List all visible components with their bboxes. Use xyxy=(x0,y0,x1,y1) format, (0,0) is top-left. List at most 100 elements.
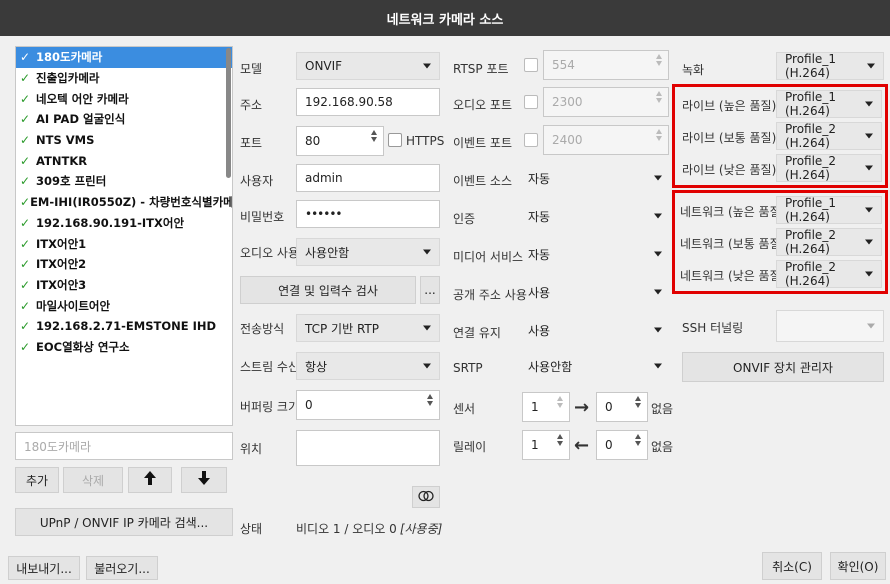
password-input[interactable]: •••••• xyxy=(296,200,440,228)
camera-list-item[interactable]: ✓ AI PAD 얼굴인식 xyxy=(16,109,232,130)
rtsp-port-label: RTSP 포트 xyxy=(453,61,509,76)
keepalive-select[interactable]: 사용 xyxy=(520,316,670,344)
live-high-select[interactable]: Profile_1 (H.264) xyxy=(776,90,882,118)
chevron-down-icon xyxy=(654,363,662,369)
live-low-select[interactable]: Profile_2 (H.264) xyxy=(776,154,882,182)
network-high-select[interactable]: Profile_1 (H.264) xyxy=(776,196,882,224)
chevron-down-icon xyxy=(423,363,431,369)
camera-list-item[interactable]: ✓ NTS VMS xyxy=(16,130,232,151)
auth-select[interactable]: 자동 xyxy=(520,202,670,230)
port-input[interactable]: 80 xyxy=(296,126,384,156)
relay-from-spinner[interactable] xyxy=(557,434,567,446)
status-used: [사용중] xyxy=(399,521,443,536)
camera-list-item[interactable]: ✓ 180도카메라 xyxy=(16,47,232,68)
buffer-spinner[interactable] xyxy=(427,394,437,406)
location-input[interactable] xyxy=(296,430,440,466)
upnp-onvif-search-button[interactable]: UPnP / ONVIF IP 카메라 검색... xyxy=(15,508,233,536)
cancel-button[interactable]: 취소(C) xyxy=(762,552,822,580)
network-low-label: 네트워크 (낮은 품질) xyxy=(680,268,786,283)
port-label: 포트 xyxy=(240,135,263,150)
media-service-select[interactable]: 자동 xyxy=(520,240,670,268)
camera-list-item-label: 309호 프린터 xyxy=(36,174,107,189)
camera-list-item[interactable]: ✓ 192.168.2.71-EMSTONE IHD xyxy=(16,316,232,337)
camera-list-item[interactable]: ✓ 진출입카메라 xyxy=(16,68,232,89)
rtsp-port-spinner[interactable] xyxy=(656,54,666,66)
live-mid-select[interactable]: Profile_2 (H.264) xyxy=(776,122,882,150)
camera-list-item[interactable]: ✓ ITX어안2 xyxy=(16,254,232,275)
event-port-spinner[interactable] xyxy=(656,129,666,141)
camera-name-input[interactable]: 180도카메라 xyxy=(15,432,233,460)
sensor-to-spinner[interactable] xyxy=(635,396,645,408)
transport-select[interactable]: TCP 기반 RTP xyxy=(296,314,440,342)
srtp-label: SRTP xyxy=(453,361,483,375)
event-source-select[interactable]: 자동 xyxy=(520,164,670,192)
toggle-button[interactable] xyxy=(412,486,440,508)
buffer-input[interactable]: 0 xyxy=(296,390,440,420)
onvif-manager-button[interactable]: ONVIF 장치 관리자 xyxy=(682,352,884,382)
check-icon: ✓ xyxy=(20,319,31,334)
relay-label: 릴레이 xyxy=(453,439,487,454)
https-checkbox[interactable] xyxy=(388,133,402,147)
export-button[interactable]: 내보내기... xyxy=(8,556,80,580)
model-label: 모델 xyxy=(240,61,263,76)
location-label: 위치 xyxy=(240,441,263,456)
event-port-checkbox[interactable] xyxy=(524,133,538,147)
record-profile-select[interactable]: Profile_1 (H.264) xyxy=(776,52,884,80)
sensor-from-spinner[interactable] xyxy=(557,396,567,408)
move-up-button[interactable] xyxy=(128,467,172,493)
audio-select[interactable]: 사용안함 xyxy=(296,238,440,266)
srtp-select[interactable]: 사용안함 xyxy=(520,352,670,380)
relay-from-input[interactable]: 1 xyxy=(522,430,570,460)
arrow-right-icon: → xyxy=(574,396,590,418)
sensor-to-input[interactable]: 0 xyxy=(596,392,648,422)
camera-list-item[interactable]: ✓ ITX어안1 xyxy=(16,233,232,254)
camera-list-scrollbar[interactable] xyxy=(226,48,231,178)
check-icon: ✓ xyxy=(20,277,31,292)
check-icon: ✓ xyxy=(20,153,31,168)
address-input[interactable]: 192.168.90.58 xyxy=(296,88,440,116)
port-spinner[interactable] xyxy=(371,130,381,142)
audio-port-checkbox[interactable] xyxy=(524,95,538,109)
connection-test-button[interactable]: 연결 및 입력수 검사 xyxy=(240,276,416,304)
ssh-tunnel-select[interactable] xyxy=(776,310,884,342)
delete-button[interactable]: 삭제 xyxy=(63,467,123,493)
add-button[interactable]: 추가 xyxy=(15,467,59,493)
more-options-button[interactable]: ... xyxy=(420,276,440,304)
network-mid-select[interactable]: Profile_2 (H.264) xyxy=(776,228,882,256)
user-label: 사용자 xyxy=(240,173,274,188)
camera-list-item-label: ITX어안2 xyxy=(36,257,87,272)
sensor-from-input[interactable]: 1 xyxy=(522,392,570,422)
buffer-label: 버퍼링 크기 xyxy=(240,399,300,414)
camera-list-item[interactable]: ✓ 마일사이트어안 xyxy=(16,295,232,316)
camera-list-item[interactable]: ✓ ATNTKR xyxy=(16,150,232,171)
check-icon: ✓ xyxy=(20,133,31,148)
camera-list-item[interactable]: ✓ 네오텍 어안 카메라 xyxy=(16,88,232,109)
live-low-label: 라이브 (낮은 품질) xyxy=(682,162,777,177)
audio-port-spinner[interactable] xyxy=(656,91,666,103)
camera-list-item[interactable]: ✓ ITX어안3 xyxy=(16,275,232,296)
stream-select[interactable]: 항상 xyxy=(296,352,440,380)
network-high-label: 네트워크 (높은 품질) xyxy=(680,204,786,219)
camera-list-item[interactable]: ✓ EM-IHI(IR0550Z) - 차량번호식별카메라 xyxy=(16,192,232,213)
rtsp-port-checkbox[interactable] xyxy=(524,58,538,72)
audio-port-input[interactable]: 2300 xyxy=(543,87,669,117)
user-input[interactable]: admin xyxy=(296,164,440,192)
camera-list-item[interactable]: ✓ 309호 프린터 xyxy=(16,171,232,192)
relay-to-spinner[interactable] xyxy=(635,434,645,446)
model-select[interactable]: ONVIF xyxy=(296,52,440,80)
public-address-select[interactable]: 사용 xyxy=(520,278,670,306)
camera-list[interactable]: ✓ 180도카메라 ✓ 진출입카메라 ✓ 네오텍 어안 카메라 ✓ AI PAD 얼굴인식 ✓ N… xyxy=(15,46,233,426)
relay-to-input[interactable]: 0 xyxy=(596,430,648,460)
event-port-input[interactable]: 2400 xyxy=(543,125,669,155)
rtsp-port-input[interactable]: 554 xyxy=(543,50,669,80)
check-icon: ✓ xyxy=(20,174,31,189)
chevron-down-icon xyxy=(865,165,873,171)
ok-button[interactable]: 확인(O) xyxy=(830,552,886,580)
network-mid-label: 네트워크 (보통 품질) xyxy=(680,236,786,251)
import-button[interactable]: 불러오기... xyxy=(86,556,158,580)
camera-list-item[interactable]: ✓ EOC열화상 연구소 xyxy=(16,337,232,358)
camera-list-item[interactable]: ✓ 192.168.90.191-ITX어안 xyxy=(16,213,232,234)
check-icon: ✓ xyxy=(20,215,31,230)
move-down-button[interactable] xyxy=(181,467,227,493)
network-low-select[interactable]: Profile_2 (H.264) xyxy=(776,260,882,288)
